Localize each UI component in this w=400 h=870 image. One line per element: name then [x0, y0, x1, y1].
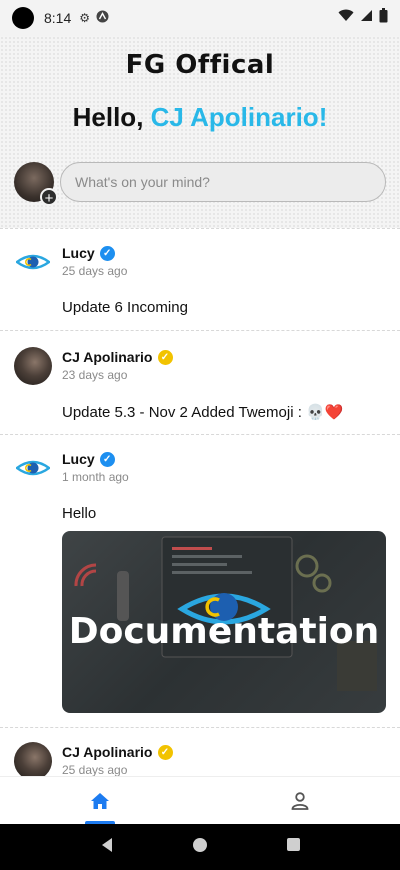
verified-badge-icon: ✓	[99, 451, 115, 467]
post-card[interactable]: CJ Apolinario ✓ 23 days ago Update 5.3 -…	[0, 330, 400, 434]
post-composer: +	[14, 162, 386, 207]
verified-badge-icon: ✓	[99, 245, 115, 261]
post-timestamp: 23 days ago	[62, 368, 128, 382]
post-text: Hello	[62, 505, 97, 522]
add-photo-icon[interactable]: +	[40, 188, 58, 207]
post-author[interactable]: Lucy ✓	[62, 245, 115, 261]
status-time: 8:14	[44, 10, 72, 26]
post-text: Update 6 Incoming	[62, 299, 188, 316]
verified-badge-icon: ✓	[157, 744, 173, 760]
post-timestamp: 25 days ago	[62, 763, 128, 776]
camera-cutout	[12, 7, 34, 29]
greeting: Hello, CJ Apolinario!	[0, 102, 400, 133]
post-card[interactable]: Lucy ✓ 25 days ago Update 6 Incoming	[0, 228, 400, 330]
author-avatar[interactable]	[14, 347, 52, 385]
post-card[interactable]: Lucy ✓ 1 month ago Hello Documentation	[0, 434, 400, 727]
signal-icon	[360, 9, 373, 27]
image-caption: Documentation	[68, 611, 380, 652]
author-avatar[interactable]	[14, 742, 52, 776]
post-card[interactable]: CJ Apolinario ✓ 25 days ago	[0, 727, 400, 776]
bottom-navigation	[0, 776, 400, 825]
wifi-icon	[338, 9, 354, 27]
whats-on-your-mind-input[interactable]	[60, 162, 386, 202]
app-notification-icon	[96, 10, 109, 26]
post-feed: Lucy ✓ 25 days ago Update 6 Incoming CJ …	[0, 228, 400, 776]
status-bar: 8:14 ⚙	[0, 0, 400, 36]
system-navigation-bar	[0, 824, 400, 870]
post-timestamp: 25 days ago	[62, 264, 128, 278]
author-name: CJ Apolinario	[62, 744, 153, 760]
home-circle-icon[interactable]	[192, 837, 208, 858]
fg-logo-avatar-icon[interactable]	[14, 243, 52, 281]
greeting-user-name: CJ Apolinario!	[150, 102, 328, 132]
post-image[interactable]: Documentation	[62, 531, 386, 713]
verified-badge-icon: ✓	[157, 349, 173, 365]
post-author[interactable]: Lucy ✓	[62, 451, 115, 467]
back-icon[interactable]	[99, 837, 115, 858]
recents-icon[interactable]	[286, 837, 301, 857]
author-name: Lucy	[62, 451, 95, 467]
post-timestamp: 1 month ago	[62, 470, 129, 484]
home-icon	[91, 793, 109, 809]
fg-logo-avatar-icon[interactable]	[14, 449, 52, 487]
settings-gear-icon: ⚙	[79, 11, 91, 25]
battery-icon	[379, 8, 388, 28]
app-title: FG Offical	[125, 50, 275, 80]
author-name: CJ Apolinario	[62, 349, 153, 365]
header-area: FG Offical Hello, CJ Apolinario! +	[0, 36, 400, 228]
post-text: Update 5.3 - Nov 2 Added Twemoji : 💀❤️	[62, 404, 344, 421]
post-author[interactable]: CJ Apolinario ✓	[62, 744, 173, 760]
greeting-prefix: Hello,	[72, 102, 151, 132]
nav-profile-tab[interactable]	[200, 777, 400, 825]
user-avatar[interactable]: +	[14, 162, 58, 207]
profile-icon	[291, 792, 309, 810]
author-name: Lucy	[62, 245, 95, 261]
post-author[interactable]: CJ Apolinario ✓	[62, 349, 173, 365]
nav-home-tab[interactable]	[0, 777, 200, 825]
